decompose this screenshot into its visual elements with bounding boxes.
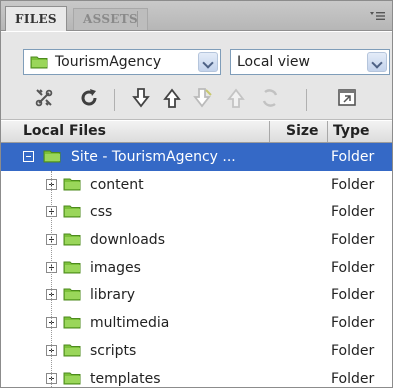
folder-icon bbox=[63, 205, 81, 218]
tree-item-label: content bbox=[90, 176, 144, 193]
folder-icon bbox=[63, 261, 81, 274]
tree-row-folder[interactable]: multimedia Folder bbox=[1, 309, 392, 337]
view-select-value: Local view bbox=[237, 54, 310, 70]
tree-guide-line bbox=[51, 171, 52, 388]
tree-item-label: multimedia bbox=[90, 315, 170, 332]
folder-icon bbox=[63, 316, 81, 329]
tree-item-label: templates bbox=[90, 370, 161, 387]
check-in-icon[interactable] bbox=[223, 86, 249, 112]
tree-item-type: Folder bbox=[331, 232, 375, 249]
refresh-icon[interactable] bbox=[76, 86, 102, 112]
site-select[interactable]: TourismAgency bbox=[23, 49, 221, 75]
check-out-icon[interactable] bbox=[189, 86, 215, 112]
folder-icon bbox=[63, 372, 81, 384]
tree-item-label: library bbox=[90, 287, 136, 304]
tab-divider bbox=[137, 11, 138, 27]
put-files-icon[interactable] bbox=[159, 86, 185, 112]
tree-row-folder[interactable]: library Folder bbox=[1, 281, 392, 309]
tree-item-type: Folder bbox=[331, 370, 375, 387]
panel-tab-strip: FILES ASSETS bbox=[1, 1, 392, 31]
site-selector-row: TourismAgency Local view bbox=[1, 32, 392, 80]
folder-icon bbox=[63, 233, 81, 246]
tree-item-label: scripts bbox=[90, 342, 137, 359]
tree-item-label: images bbox=[90, 259, 141, 276]
files-toolbar bbox=[1, 80, 392, 120]
panel-menu-icon[interactable] bbox=[368, 10, 386, 24]
get-files-icon[interactable] bbox=[128, 86, 154, 112]
tree-row-site-root[interactable]: Site - TourismAgency ... Folder bbox=[1, 143, 392, 171]
tree-item-type: Folder bbox=[331, 287, 375, 304]
toolbar-separator bbox=[114, 89, 115, 111]
column-header-type[interactable]: Type bbox=[333, 121, 370, 142]
sync-icon[interactable] bbox=[257, 86, 283, 112]
view-select[interactable]: Local view bbox=[230, 49, 390, 75]
tree-item-label: downloads bbox=[90, 232, 165, 249]
tree-item-type: Folder bbox=[331, 149, 375, 165]
tree-item-type: Folder bbox=[331, 315, 375, 332]
expand-panel-icon[interactable] bbox=[334, 86, 360, 112]
column-resize-handle[interactable] bbox=[327, 121, 328, 142]
site-folder-icon bbox=[30, 56, 48, 69]
tree-row-folder[interactable]: images Folder bbox=[1, 254, 392, 282]
tree-row-folder[interactable]: content Folder bbox=[1, 171, 392, 199]
tree-row-folder[interactable]: scripts Folder bbox=[1, 337, 392, 365]
tree-row-folder[interactable]: templates Folder bbox=[1, 365, 392, 388]
column-header-size[interactable]: Size bbox=[286, 121, 319, 142]
file-list-header: Local Files Size Type bbox=[1, 121, 392, 143]
folder-icon bbox=[63, 288, 81, 301]
folder-icon bbox=[63, 178, 81, 191]
tree-item-label: Site - TourismAgency ... bbox=[71, 149, 236, 165]
tree-item-type: Folder bbox=[331, 204, 375, 221]
tree-item-type: Folder bbox=[331, 176, 375, 193]
chevron-down-icon[interactable] bbox=[367, 52, 387, 72]
folder-icon bbox=[63, 344, 81, 357]
file-tree: Site - TourismAgency ... Folder content … bbox=[1, 143, 392, 388]
tree-row-folder[interactable]: css Folder bbox=[1, 198, 392, 226]
tree-row-folder[interactable]: downloads Folder bbox=[1, 226, 392, 254]
toolbar-separator bbox=[306, 89, 307, 111]
collapse-toggle-icon[interactable] bbox=[23, 151, 34, 162]
tab-files[interactable]: FILES bbox=[5, 6, 67, 31]
tree-item-type: Folder bbox=[331, 259, 375, 276]
column-header-local-files[interactable]: Local Files bbox=[23, 121, 106, 142]
files-panel: FILES ASSETS TourismAgency Local view Lo… bbox=[0, 0, 393, 388]
folder-icon bbox=[43, 150, 61, 163]
column-resize-handle[interactable] bbox=[269, 121, 270, 142]
site-select-value: TourismAgency bbox=[55, 54, 162, 70]
tree-item-label: css bbox=[90, 204, 113, 221]
connect-icon[interactable] bbox=[31, 86, 57, 112]
chevron-down-icon[interactable] bbox=[198, 52, 218, 72]
tree-item-type: Folder bbox=[331, 342, 375, 359]
